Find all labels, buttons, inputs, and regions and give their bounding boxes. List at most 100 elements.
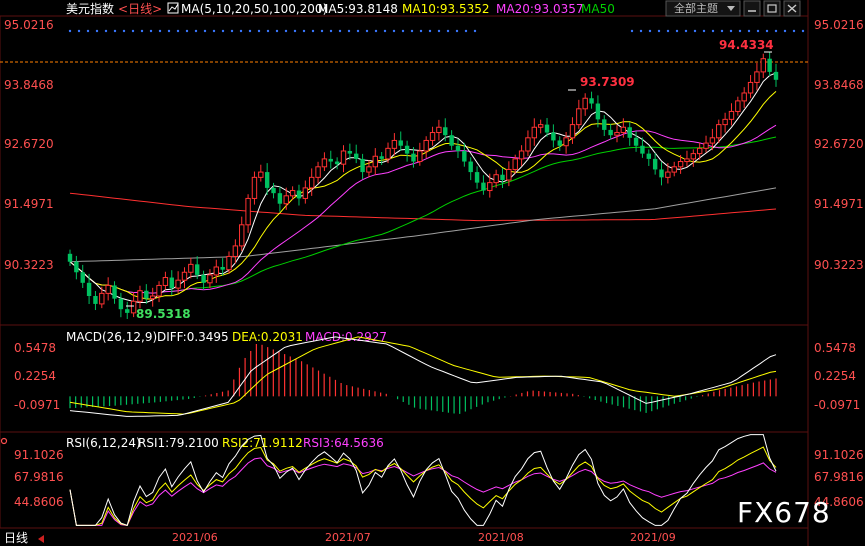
event-dot (639, 29, 643, 33)
candle-body (181, 271, 188, 281)
candle-body (283, 195, 289, 205)
candle-body (423, 139, 429, 152)
candle-body (245, 197, 251, 226)
event-dot (158, 29, 162, 33)
swing-high-label: 93.7309 (580, 75, 635, 89)
rsi2-line (69, 446, 777, 526)
candle-body (404, 145, 410, 154)
chart-type-icon[interactable] (167, 2, 179, 14)
ma-settings[interactable]: MA(5,10,20,50,100,200) (181, 2, 327, 16)
candle-body (531, 126, 538, 139)
candle-body (334, 161, 340, 165)
candle-body (251, 176, 258, 199)
candle-body (366, 166, 372, 173)
candle-body (537, 124, 544, 128)
scroll-left-icon[interactable] (38, 535, 44, 543)
event-dot (693, 29, 697, 33)
candle-body (589, 98, 594, 104)
event-dot (419, 29, 423, 33)
rsi-panel-marker (0, 437, 8, 445)
candle-body (296, 190, 302, 199)
candle-body (557, 140, 562, 146)
event-dot (630, 29, 634, 33)
candle-body (608, 129, 613, 136)
close-icon[interactable] (783, 0, 801, 17)
candle-body (372, 155, 378, 168)
event-dot (428, 29, 432, 33)
event-markers (68, 29, 805, 33)
instrument-title: 美元指数 (66, 1, 114, 16)
macd-tick-right: -0.0971 (814, 398, 860, 412)
candle-body (195, 264, 200, 275)
event-dot (410, 29, 414, 33)
candle-body (340, 150, 347, 165)
candle-body (436, 126, 442, 134)
event-dot (783, 29, 787, 33)
candle-body (468, 161, 473, 173)
bottom-period-label[interactable]: 日线 (4, 531, 28, 545)
event-dot (320, 29, 324, 33)
candle-body (226, 255, 232, 271)
candle-body (500, 174, 505, 180)
candle-body (149, 295, 156, 300)
event-dot (140, 29, 144, 33)
candle-body (328, 158, 333, 162)
event-dot (284, 29, 288, 33)
candle-body (665, 171, 671, 178)
candle-body (144, 290, 149, 299)
time-tick: 2021/06 (172, 531, 218, 544)
event-dot (338, 29, 342, 33)
candle-body (137, 290, 143, 302)
event-dot (185, 29, 189, 33)
theme-dropdown[interactable]: 全部主题 (665, 0, 741, 17)
candle-body (264, 172, 270, 188)
maximize-icon[interactable] (763, 0, 781, 17)
candle-body (659, 169, 664, 178)
price-tick-left: 95.0216 (4, 18, 54, 32)
event-dot (738, 29, 742, 33)
event-dot (666, 29, 670, 33)
event-dot (347, 29, 351, 33)
candle-body (118, 298, 124, 310)
event-dot (765, 29, 769, 33)
dollar-index-chart: 美元指数 <日线> MA(5,10,20,50,100,200) MA5:93.… (0, 0, 864, 546)
candle-body (169, 277, 174, 289)
candle-body (684, 158, 690, 163)
price-tick-left: 92.6720 (4, 137, 54, 151)
event-dot (221, 29, 225, 33)
candle-body (258, 171, 264, 178)
macd-plot (69, 336, 777, 417)
candle-body (391, 139, 398, 149)
period-selector[interactable]: <日线> (118, 2, 162, 16)
event-dot (383, 29, 387, 33)
candle-body (360, 158, 365, 173)
candle-body (385, 147, 391, 160)
event-dot (104, 29, 108, 33)
candle-body (315, 166, 321, 178)
candle-body (398, 140, 403, 146)
candle-body (602, 119, 607, 130)
event-dot (203, 29, 207, 33)
MA100 (69, 187, 777, 263)
event-dot (77, 29, 81, 33)
candle-body (525, 137, 531, 152)
candle-body (551, 132, 556, 141)
event-dot (68, 29, 72, 33)
high-label: 94.4334 (719, 38, 774, 52)
ma10-legend: MA10:93.5352 (402, 2, 490, 16)
event-dot (774, 29, 778, 33)
event-dot (356, 29, 360, 33)
minimize-icon[interactable] (743, 0, 761, 17)
macd-tick-right: 0.5478 (814, 341, 856, 355)
candle-body (239, 224, 245, 247)
event-dot (702, 29, 706, 33)
candle-body (289, 190, 296, 197)
candle-body (429, 132, 436, 141)
event-dot (401, 29, 405, 33)
rsi-title: RSI(6,12,24) (66, 436, 141, 450)
candle-body (443, 127, 448, 136)
event-dot (329, 29, 333, 33)
event-dot (747, 29, 751, 33)
candle-body (569, 124, 576, 139)
candle-body (767, 58, 772, 72)
